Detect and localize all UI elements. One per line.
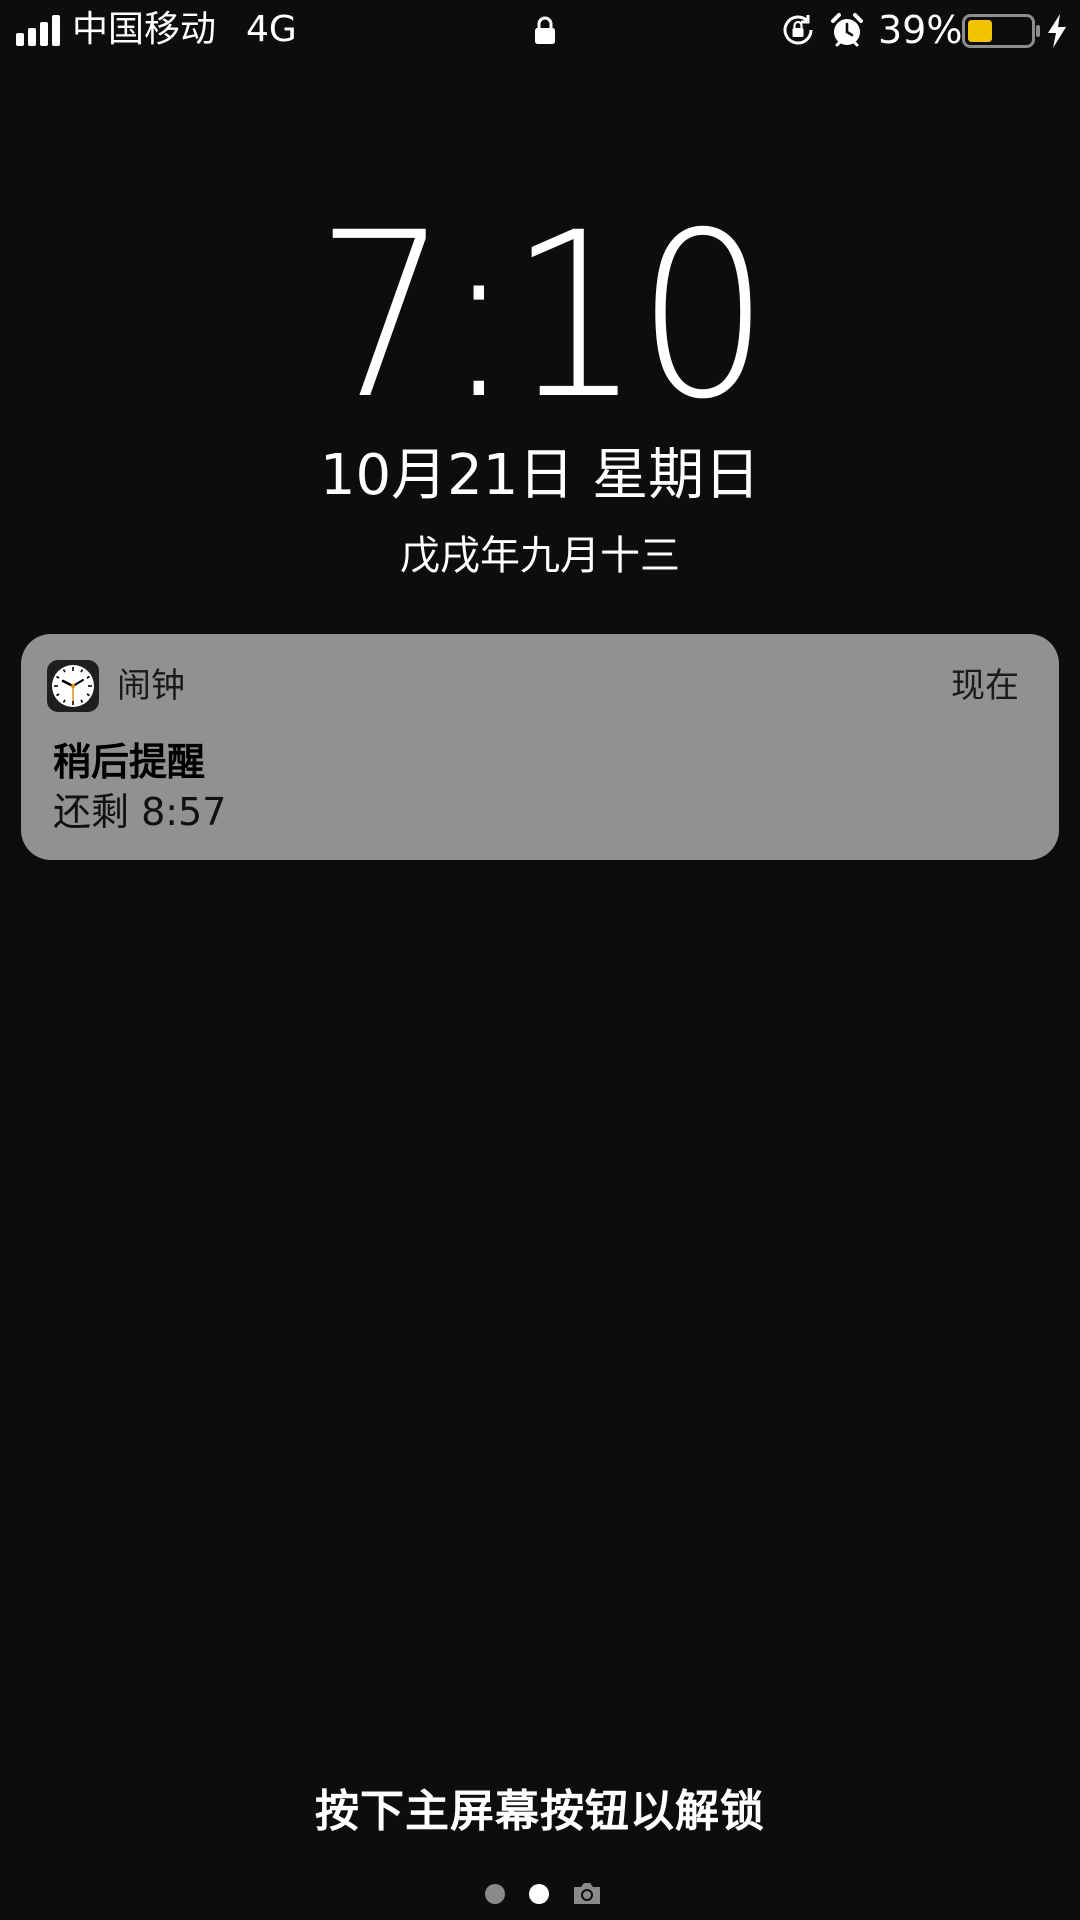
clock-date: 10月21日 星期日 [319, 443, 761, 508]
lock-icon [535, 16, 555, 44]
rotation-lock-icon [783, 15, 813, 45]
charging-icon [1048, 14, 1066, 48]
clock-icon [52, 665, 94, 707]
notification-time: 现在 [951, 666, 1019, 706]
page-dot-1[interactable] [485, 1884, 505, 1904]
page-indicator[interactable] [480, 1878, 610, 1908]
status-bar: 中国移动 4G 39% [0, 0, 1080, 62]
notification-app-name: 闹钟 [117, 666, 185, 706]
battery-percent: 39% [878, 8, 963, 52]
notification-body: 还剩 8:57 [53, 790, 227, 834]
lunar-date: 戊戌年九月十三 [400, 533, 680, 579]
alarm-icon [831, 13, 863, 47]
unlock-hint: 按下主屏幕按钮以解锁 [315, 1786, 765, 1837]
camera-icon[interactable] [572, 1880, 602, 1906]
clock-time: 7:10 [315, 183, 770, 449]
signal-icon [16, 14, 62, 46]
network-type: 4G [246, 9, 297, 50]
battery-icon [962, 14, 1040, 48]
clock-app-icon [47, 660, 99, 712]
carrier-name: 中国移动 [72, 9, 217, 50]
alarm-notification[interactable]: 闹钟 现在 稍后提醒 还剩 8:57 [21, 634, 1059, 860]
notification-title: 稍后提醒 [53, 740, 206, 784]
page-dot-2-current[interactable] [529, 1884, 549, 1904]
